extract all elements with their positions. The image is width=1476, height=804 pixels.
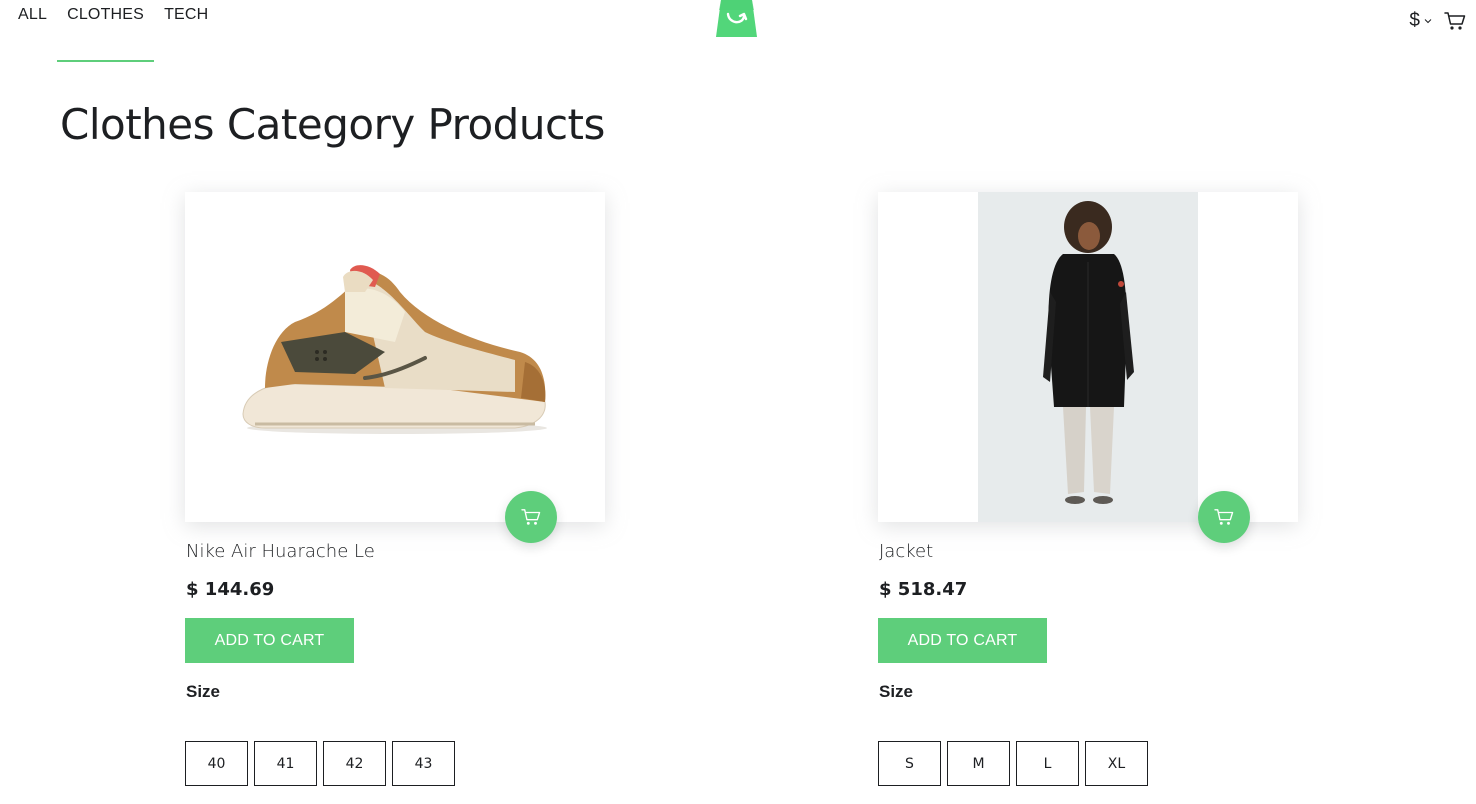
size-option[interactable]: 42 (323, 741, 386, 786)
product-image[interactable] (878, 192, 1298, 543)
size-option[interactable]: 40 (185, 741, 248, 786)
sneaker-image (185, 192, 605, 522)
product-name[interactable]: Jacket (879, 541, 933, 562)
add-to-cart-button[interactable]: ADD TO CART (878, 618, 1047, 663)
cart-icon (521, 509, 541, 525)
product-price: $ 144.69 (186, 579, 275, 600)
product-image[interactable] (185, 192, 605, 543)
size-label: Size (186, 682, 221, 701)
size-option[interactable]: 43 (392, 741, 455, 786)
size-option[interactable]: M (947, 741, 1010, 786)
size-options: S M L XL (878, 741, 1148, 786)
product-name[interactable]: Nike Air Huarache Le (186, 541, 375, 562)
product-card[interactable]: Nike Air Huarache Le $ 144.69 ADD TO CAR… (185, 192, 605, 786)
cart-icon[interactable] (1444, 11, 1466, 31)
size-option[interactable]: XL (1085, 741, 1148, 786)
quick-add-cart-button[interactable] (505, 491, 557, 543)
product-card[interactable]: Jacket $ 518.47 ADD TO CART Size S M L X… (878, 192, 1298, 786)
chevron-down-icon (1424, 19, 1432, 24)
category-nav: ALL CLOTHES TECH (8, 0, 218, 64)
add-to-cart-button[interactable]: ADD TO CART (185, 618, 354, 663)
size-options: 40 41 42 43 (185, 741, 455, 786)
currency-switcher[interactable]: $ (1409, 10, 1432, 32)
nav-item-all[interactable]: ALL (8, 0, 57, 64)
cart-icon (1214, 509, 1234, 525)
page-title: Clothes Category Products (60, 100, 605, 149)
size-label: Size (879, 682, 914, 701)
nav-item-clothes[interactable]: CLOTHES (57, 0, 155, 64)
currency-symbol: $ (1409, 10, 1420, 31)
jacket-image (878, 192, 1298, 522)
product-price: $ 518.47 (879, 579, 968, 600)
header-actions: $ (1409, 10, 1466, 32)
quick-add-cart-button[interactable] (1198, 491, 1250, 543)
size-option[interactable]: L (1016, 741, 1079, 786)
size-option[interactable]: 41 (254, 741, 317, 786)
size-option[interactable]: S (878, 741, 941, 786)
nav-item-tech[interactable]: TECH (154, 0, 218, 64)
shopping-bag-logo-icon[interactable] (716, 0, 757, 38)
site-header: ALL CLOTHES TECH $ (0, 0, 1476, 64)
